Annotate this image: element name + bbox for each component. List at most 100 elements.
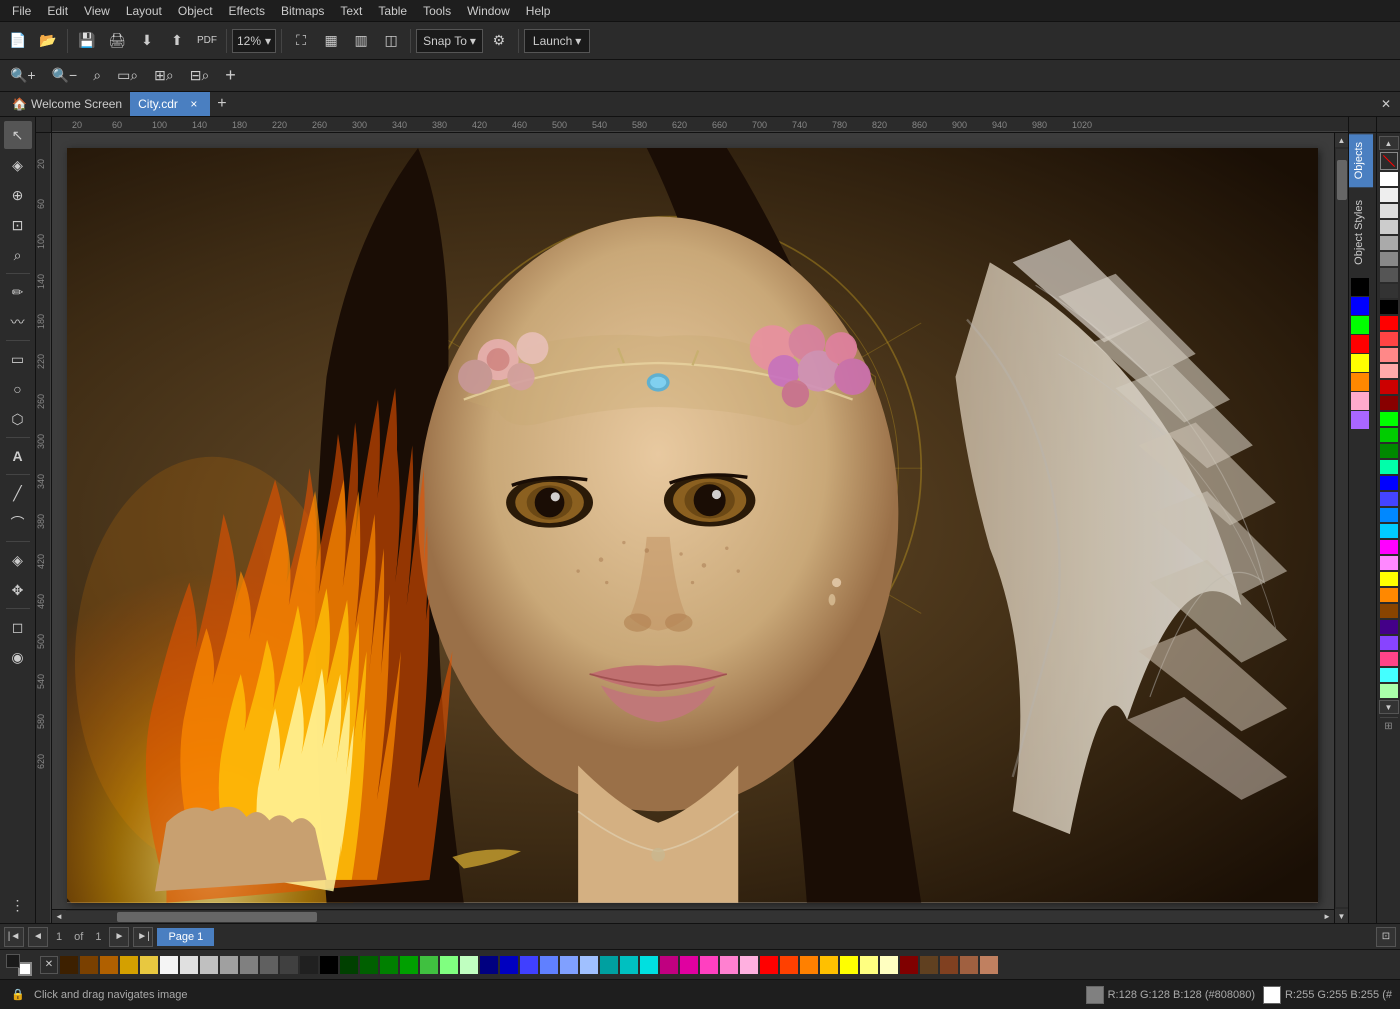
cs-25[interactable] — [540, 956, 558, 974]
quick-color-purple[interactable] — [1351, 411, 1369, 429]
tool-polygon[interactable]: ⬡ — [4, 405, 32, 433]
swatch-green3[interactable] — [1380, 444, 1398, 458]
swatch-blue2[interactable] — [1380, 492, 1398, 506]
zoom-select-btn[interactable]: ▭⌕ — [111, 64, 144, 88]
scroll-up-arrow[interactable]: ▲ — [1335, 133, 1349, 147]
tool-transform[interactable]: ⊕ — [4, 181, 32, 209]
cs-42[interactable] — [880, 956, 898, 974]
menu-layout[interactable]: Layout — [118, 2, 170, 20]
quick-color-yellow[interactable] — [1351, 354, 1369, 372]
menu-effects[interactable]: Effects — [221, 2, 273, 20]
cs-16[interactable] — [360, 956, 378, 974]
cs-27[interactable] — [580, 956, 598, 974]
fill-stroke-indicator[interactable] — [4, 952, 34, 978]
swatch-brown[interactable] — [1380, 604, 1398, 618]
zoom-dropdown[interactable]: 12% ▾ — [232, 29, 276, 53]
quick-color-red[interactable] — [1351, 335, 1369, 353]
swatch-darkred[interactable] — [1380, 380, 1398, 394]
cs-3[interactable] — [100, 956, 118, 974]
vertical-scrollbar[interactable]: ▲ ▼ — [1334, 133, 1348, 923]
cs-36[interactable] — [760, 956, 778, 974]
menu-table[interactable]: Table — [370, 2, 415, 20]
zoom-prev-btn[interactable]: ⊟⌕ — [184, 64, 216, 88]
tool-ellipse[interactable]: ○ — [4, 375, 32, 403]
palette-scroll-up[interactable]: ▲ — [1379, 136, 1399, 150]
quick-color-green[interactable] — [1351, 316, 1369, 334]
menu-text[interactable]: Text — [332, 2, 370, 20]
zoom-fit-btn[interactable]: ⌕ — [87, 64, 107, 88]
cs-39[interactable] — [820, 956, 838, 974]
palette-more[interactable]: ⊞ — [1380, 717, 1398, 735]
swatch-none-bottom[interactable]: ✕ — [40, 956, 58, 974]
swatch-yellow[interactable] — [1380, 572, 1398, 586]
cs-20[interactable] — [440, 956, 458, 974]
cs-7[interactable] — [180, 956, 198, 974]
tool-zoom[interactable]: ⌕ — [4, 241, 32, 269]
prev-page-btn[interactable]: ◄ — [28, 927, 48, 947]
cs-28[interactable] — [600, 956, 618, 974]
cs-17[interactable] — [380, 956, 398, 974]
cs-31[interactable] — [660, 956, 678, 974]
menu-tools[interactable]: Tools — [415, 2, 459, 20]
cs-23[interactable] — [500, 956, 518, 974]
menu-help[interactable]: Help — [518, 2, 559, 20]
menu-edit[interactable]: Edit — [39, 2, 76, 20]
swatch-1[interactable] — [1380, 188, 1398, 202]
tool-extra[interactable]: ⋮ — [4, 891, 32, 919]
next-page-btn[interactable]: ► — [109, 927, 129, 947]
cs-35[interactable] — [740, 956, 758, 974]
quick-color-pink[interactable] — [1351, 392, 1369, 410]
menu-window[interactable]: Window — [459, 2, 518, 20]
cs-47[interactable] — [980, 956, 998, 974]
cs-24[interactable] — [520, 956, 538, 974]
canvas-area[interactable]: Roy Monster 2019 CORELDRAW INTERNATIONAL… — [52, 133, 1348, 923]
cs-32[interactable] — [680, 956, 698, 974]
print-button[interactable]: 🖨 — [103, 27, 131, 55]
tool-node[interactable]: ◈ — [4, 151, 32, 179]
swatch-5[interactable] — [1380, 252, 1398, 266]
swatch-mag2[interactable] — [1380, 556, 1398, 570]
tab-close-button[interactable]: × — [186, 96, 202, 112]
add-page-btn[interactable]: + — [219, 64, 242, 88]
cs-15[interactable] — [340, 956, 358, 974]
cs-26[interactable] — [560, 956, 578, 974]
swatch-black[interactable] — [1380, 300, 1398, 314]
tool-freehand[interactable]: ✏ — [4, 278, 32, 306]
cs-19[interactable] — [420, 956, 438, 974]
swatch-cyan[interactable] — [1380, 524, 1398, 538]
swatch-magenta[interactable] — [1380, 540, 1398, 554]
launch-dropdown[interactable]: Launch ▾ — [524, 29, 590, 53]
swatch-red[interactable] — [1380, 316, 1398, 330]
menu-object[interactable]: Object — [170, 2, 221, 20]
status-icon[interactable]: 🔒 — [8, 985, 28, 1005]
cs-44[interactable] — [920, 956, 938, 974]
object-styles-panel-tab[interactable]: Object Styles — [1349, 192, 1373, 273]
swatch-6[interactable] — [1380, 268, 1398, 282]
scroll-left-arrow[interactable]: ◄ — [52, 910, 66, 924]
cs-6[interactable] — [160, 956, 178, 974]
scroll-thumb-horizontal[interactable] — [117, 912, 317, 922]
tool-smear[interactable]: ◉ — [4, 643, 32, 671]
cs-41[interactable] — [860, 956, 878, 974]
settings-button[interactable]: ⚙ — [485, 27, 513, 55]
swatch-darkred2[interactable] — [1380, 396, 1398, 410]
tool-connector[interactable]: ⌒ — [4, 509, 32, 537]
cs-21[interactable] — [460, 956, 478, 974]
cs-5[interactable] — [140, 956, 158, 974]
quick-color-black[interactable] — [1351, 278, 1369, 296]
open-button[interactable]: 📂 — [34, 27, 62, 55]
scroll-right-arrow[interactable]: ► — [1320, 910, 1334, 924]
tool-select[interactable]: ↖ — [4, 121, 32, 149]
cs-40[interactable] — [840, 956, 858, 974]
horizontal-scrollbar[interactable]: ◄ ► — [52, 909, 1334, 923]
palette-scroll-down[interactable]: ▼ — [1379, 700, 1399, 714]
cs-12[interactable] — [280, 956, 298, 974]
tool-rectangle[interactable]: ▭ — [4, 345, 32, 373]
swatch-teal[interactable] — [1380, 460, 1398, 474]
tab-close-all[interactable]: ✕ — [1376, 94, 1396, 114]
swatch-ltgreen[interactable] — [1380, 684, 1398, 698]
cs-1[interactable] — [60, 956, 78, 974]
swatch-red4[interactable] — [1380, 364, 1398, 378]
cs-8[interactable] — [200, 956, 218, 974]
tool-eyedropper[interactable]: ✥ — [4, 576, 32, 604]
